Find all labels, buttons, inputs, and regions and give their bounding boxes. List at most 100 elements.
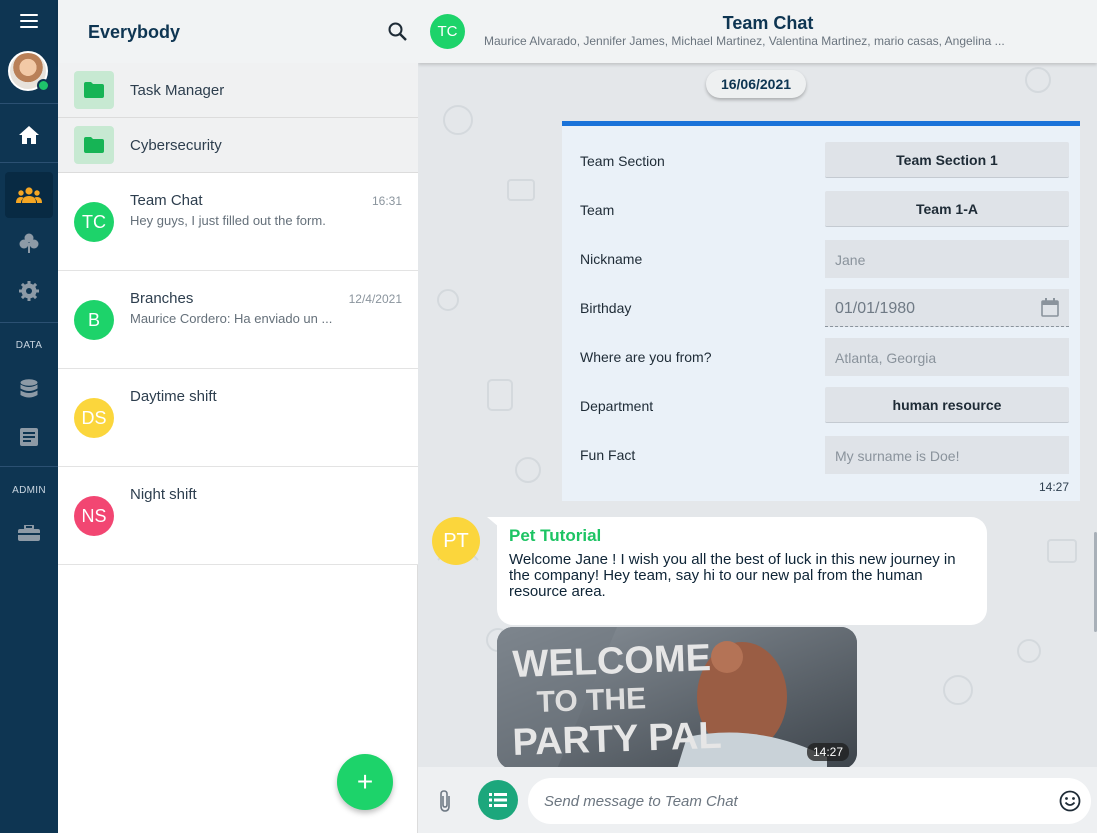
section-label-data: DATA <box>15 340 43 351</box>
form-label: Team Section <box>580 153 665 169</box>
gif-caption-line: WELCOME <box>512 637 712 686</box>
team-button[interactable]: Team 1-A <box>825 191 1069 227</box>
divider <box>0 103 58 104</box>
conversation-members: Maurice Alvarado, Jennifer James, Michae… <box>484 34 1005 48</box>
chat-time: 16:31 <box>371 194 402 208</box>
team-section-button[interactable]: Team Section 1 <box>825 142 1069 178</box>
emoji-button[interactable] <box>1059 790 1081 817</box>
avatar: B <box>74 300 114 340</box>
avatar: DS <box>74 398 114 438</box>
avatar[interactable]: PT <box>432 517 480 565</box>
menu-button[interactable] <box>0 0 58 42</box>
search-button[interactable] <box>388 22 407 46</box>
message-options-button[interactable] <box>478 780 518 820</box>
conversation-panel: TC Team Chat Maurice Alvarado, Jennifer … <box>418 0 1097 833</box>
chat-name: Daytime shift <box>130 388 217 405</box>
form-row: Department human resource <box>562 387 1080 425</box>
gif-attachment[interactable]: WELCOME TO THE PARTY PAL 14:27 <box>497 627 857 769</box>
chat-name: Team Chat <box>130 192 203 209</box>
conversation-header: TC Team Chat Maurice Alvarado, Jennifer … <box>418 0 1097 63</box>
origin-field[interactable]: Atlanta, Georgia <box>825 338 1069 376</box>
folder-icon <box>84 137 104 153</box>
form-label: Nickname <box>580 251 643 267</box>
avatar: TC <box>74 202 114 242</box>
groups-icon <box>16 187 42 203</box>
form-message-card: Team Section Team Section 1 Team Team 1-… <box>562 121 1080 501</box>
chat-list-panel: Everybody Task Manager Cybersecurity TC … <box>58 0 418 833</box>
chat-name: Branches <box>130 290 194 307</box>
chat-list-item[interactable]: B Branches 12/4/2021 Maurice Cordero: Ha… <box>58 271 418 369</box>
home-icon <box>19 126 39 144</box>
department-button[interactable]: human resource <box>825 387 1069 423</box>
chat-preview: Maurice Cordero: Ha enviado un ... <box>130 311 333 326</box>
chat-name: Night shift <box>130 486 197 503</box>
divider <box>0 322 58 323</box>
form-row: Nickname Jane <box>562 240 1080 278</box>
conversation-title[interactable]: Team Chat <box>418 13 1097 34</box>
chat-preview: Hey guys, I just filled out the form. <box>130 213 326 228</box>
chat-list-item[interactable]: DS Daytime shift <box>58 369 418 467</box>
folder-item[interactable]: Cybersecurity <box>58 118 418 173</box>
folder-label: Task Manager <box>130 82 225 99</box>
form-row: Fun Fact My surname is Doe! <box>562 436 1080 474</box>
form-label: Department <box>580 398 654 414</box>
attach-button[interactable] <box>438 789 452 818</box>
nav-groups-button[interactable] <box>0 170 58 220</box>
gif-caption-line: PARTY PAL <box>512 715 722 764</box>
birthday-field[interactable]: 01/01/1980 <box>825 289 1069 327</box>
folder-item[interactable]: Task Manager <box>58 63 418 118</box>
form-row: Where are you from? Atlanta, Georgia <box>562 338 1080 376</box>
message-time: 14:27 <box>1038 480 1069 494</box>
form-row: Team Team 1-A <box>562 191 1080 229</box>
nav-database-button[interactable] <box>0 364 58 414</box>
section-label-admin: ADMIN <box>12 485 46 496</box>
chat-list-title: Everybody <box>88 22 181 42</box>
message-time: 14:27 <box>806 743 849 761</box>
emoji-icon <box>1059 790 1081 812</box>
message-bubble: Pet Tutorial Welcome Jane ! I wish you a… <box>497 517 987 625</box>
form-icon <box>20 428 38 446</box>
online-status-dot <box>37 79 50 92</box>
form-label: Where are you from? <box>580 349 712 365</box>
fun-fact-field[interactable]: My surname is Doe! <box>825 436 1069 474</box>
form-row: Team Section Team Section 1 <box>562 142 1080 180</box>
message-input[interactable] <box>528 778 1091 824</box>
new-chat-button[interactable]: + <box>337 754 393 810</box>
message-text: Welcome Jane ! I wish you all the best o… <box>509 551 956 600</box>
chat-time: 12/4/2021 <box>348 292 402 306</box>
folder-label: Cybersecurity <box>130 137 222 154</box>
database-icon <box>20 379 38 398</box>
chat-list-item[interactable]: NS Night shift <box>58 467 418 565</box>
nav-settings-button[interactable] <box>0 266 58 316</box>
settings-icon <box>19 281 39 301</box>
folder-icon <box>84 82 104 98</box>
nav-club-button[interactable] <box>0 218 58 268</box>
nav-admin-button[interactable] <box>0 508 58 558</box>
gif-image: WELCOME TO THE PARTY PAL <box>497 627 857 769</box>
nav-home-button[interactable] <box>0 110 58 160</box>
toolbox-icon <box>18 525 40 541</box>
divider <box>0 162 58 163</box>
nav-forms-button[interactable] <box>0 412 58 462</box>
date-separator: 16/06/2021 <box>706 70 806 98</box>
birthday-value: 01/01/1980 <box>835 300 916 317</box>
club-icon <box>19 233 39 253</box>
divider <box>0 466 58 467</box>
message-sender: Pet Tutorial <box>509 526 602 545</box>
form-label: Team <box>580 202 615 218</box>
search-icon <box>388 22 407 41</box>
nickname-field[interactable]: Jane <box>825 240 1069 278</box>
form-row: Birthday 01/01/1980 <box>562 289 1080 327</box>
message-composer <box>418 767 1097 833</box>
gif-caption-line: TO THE <box>536 682 647 719</box>
chat-list-item[interactable]: TC Team Chat 16:31 Hey guys, I just fill… <box>58 173 418 271</box>
navigation-rail: DATA ADMIN <box>0 0 58 833</box>
form-label: Fun Fact <box>580 447 636 463</box>
form-label: Birthday <box>580 300 632 316</box>
list-icon <box>489 793 507 807</box>
calendar-icon[interactable] <box>1041 298 1059 317</box>
avatar: NS <box>74 496 114 536</box>
menu-icon <box>20 14 38 28</box>
paperclip-icon <box>440 790 450 812</box>
chat-list-header: Everybody <box>58 0 418 63</box>
